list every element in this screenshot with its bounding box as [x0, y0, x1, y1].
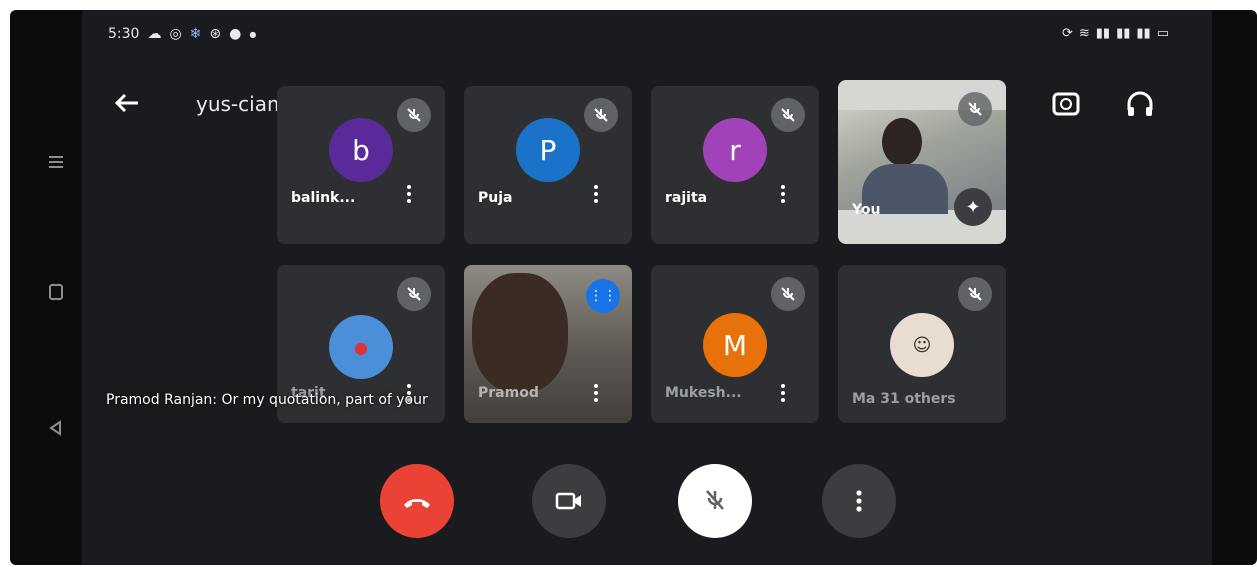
status-time: 5:30 — [108, 26, 140, 42]
participant-tile[interactable]: b balink... — [277, 86, 445, 244]
home-nav-icon[interactable] — [46, 282, 66, 302]
more-icon[interactable] — [590, 182, 602, 212]
mic-off-icon — [958, 277, 992, 311]
switch-camera-icon[interactable] — [1050, 88, 1082, 120]
arrow-left-icon[interactable] — [112, 88, 142, 118]
status-bar: 5:30 ☁ ◎ ❄ ⊛ ● ● — [108, 26, 256, 42]
more-icon[interactable] — [777, 182, 789, 212]
person-head — [472, 273, 568, 393]
avatar: M — [703, 313, 767, 377]
more-icon — [856, 490, 862, 512]
participant-name-short: Ma — [852, 391, 876, 407]
participant-name: balink... — [291, 190, 356, 206]
status-bar-right: ⟳ ≋ ▮▮ ▮▮ ▮▮ ▭ — [1062, 26, 1169, 41]
mic-off-icon — [397, 277, 431, 311]
menu-nav-icon[interactable] — [46, 152, 66, 172]
app-icon: ⊛ — [209, 26, 222, 42]
participant-name: Ma 31 others — [852, 391, 956, 407]
more-icon[interactable] — [590, 381, 602, 411]
participant-tile[interactable]: ⋮⋮ Pramod — [464, 265, 632, 423]
avatar: r — [703, 118, 767, 182]
avatar: P — [516, 118, 580, 182]
mic-off-icon — [958, 92, 992, 126]
wifi-icon: ≋ — [1078, 26, 1090, 41]
participant-name: Mukesh... — [665, 385, 742, 401]
signal-icon: ▮▮ — [1136, 26, 1151, 41]
chat-icon: ● — [229, 26, 242, 42]
others-count: 31 others — [880, 391, 956, 407]
participant-tile[interactable]: M Mukesh... — [651, 265, 819, 423]
signal-icon: ▮▮ — [1095, 26, 1111, 41]
end-call-button[interactable] — [380, 464, 454, 538]
participant-tile[interactable]: r rajita — [651, 86, 819, 244]
whatsapp-icon: ◎ — [169, 26, 182, 42]
sync-icon: ⟳ — [1061, 26, 1073, 41]
participant-name: Pramod — [478, 385, 539, 401]
live-caption: Pramod Ranjan: Or my quotation, part of … — [106, 392, 428, 408]
avatar: ● — [329, 315, 393, 379]
person-head — [882, 118, 922, 166]
participant-name: rajita — [665, 190, 708, 206]
effects-icon[interactable]: ✦ — [954, 188, 992, 226]
back-nav-icon[interactable] — [46, 418, 66, 438]
battery-icon: ▭ — [1156, 26, 1169, 41]
others-tile[interactable]: ☺ Ma 31 others — [838, 265, 1006, 423]
more-icon[interactable] — [777, 381, 789, 411]
self-view-tile[interactable]: You ✦ — [838, 80, 1006, 244]
more-options-button[interactable] — [822, 464, 896, 538]
camera-icon — [555, 492, 581, 510]
mic-off-icon — [397, 98, 431, 132]
snowflake-icon: ❄ — [189, 26, 202, 42]
participant-tile[interactable]: P Puja — [464, 86, 632, 244]
participant-name: Puja — [478, 190, 513, 206]
mic-off-icon — [771, 277, 805, 311]
headphones-icon[interactable] — [1124, 88, 1156, 120]
signal-icon: ▮▮ — [1116, 26, 1131, 41]
mic-off-icon — [584, 98, 618, 132]
end-call-icon — [404, 499, 430, 508]
mic-off-icon — [706, 490, 724, 510]
mic-toggle-button[interactable] — [678, 464, 752, 538]
avatar: ☺ — [890, 313, 954, 377]
more-icon[interactable] — [403, 182, 415, 212]
participant-name: You — [852, 202, 881, 218]
dot-icon: ● — [249, 29, 257, 39]
camera-toggle-button[interactable] — [532, 464, 606, 538]
speaking-indicator-icon: ⋮⋮ — [586, 279, 620, 313]
mic-off-icon — [771, 98, 805, 132]
cloud-icon: ☁ — [147, 26, 162, 42]
avatar: b — [329, 118, 393, 182]
